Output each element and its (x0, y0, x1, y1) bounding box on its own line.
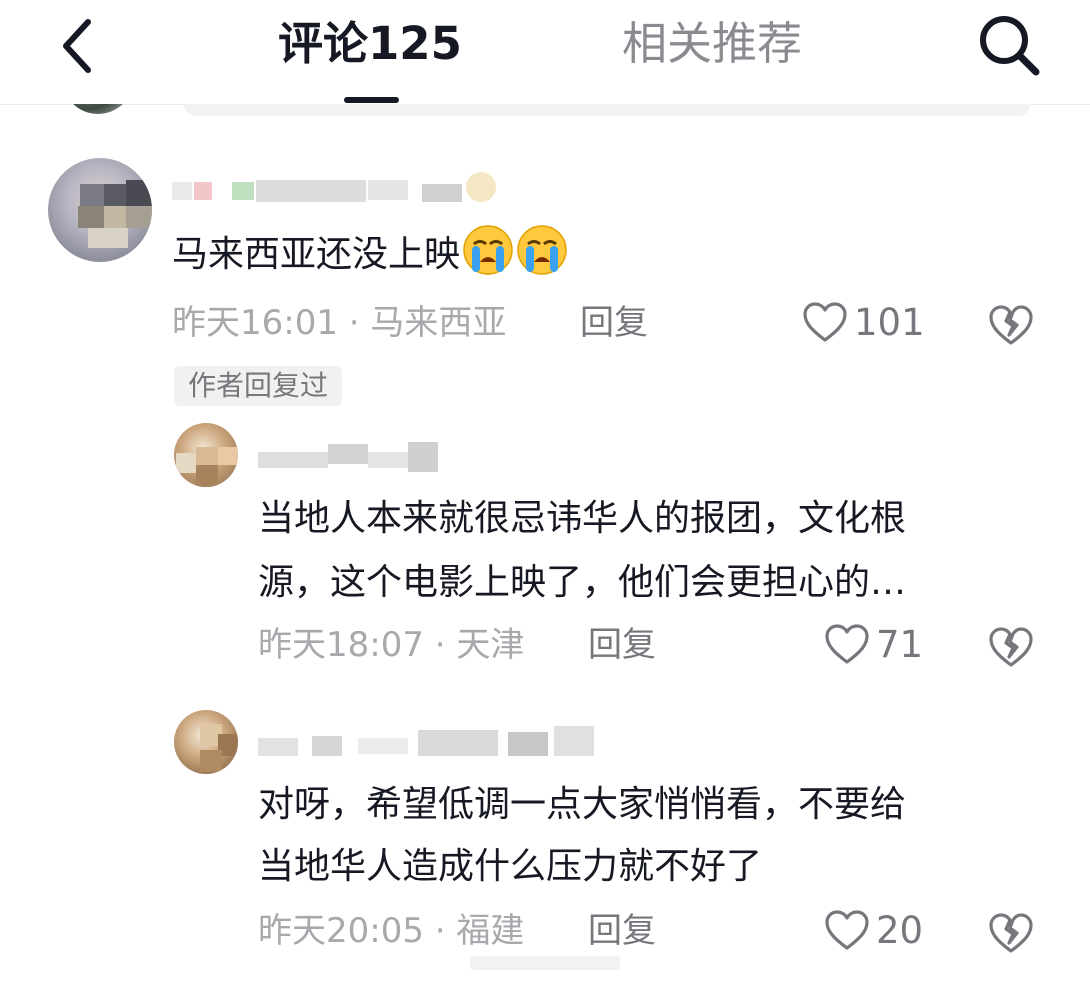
partial-comment-bubble (184, 104, 1030, 116)
like-button[interactable]: 71 (824, 620, 934, 670)
reply-text-line-1: 当地人本来就很忌讳华人的报团，文化根 (258, 498, 907, 539)
crying-face-icon (517, 225, 567, 275)
username-blurred[interactable] (258, 726, 608, 760)
avatar[interactable] (174, 423, 238, 487)
comment-text: 马来西亚还没上映 (172, 222, 568, 287)
dislike-button[interactable] (988, 910, 1034, 956)
search-button[interactable] (972, 8, 1044, 80)
like-button[interactable]: 20 (824, 906, 934, 956)
watermark-graphic (470, 956, 620, 970)
username-blurred[interactable] (172, 170, 502, 204)
reply-meta: 昨天18:07 · 天津 (258, 620, 524, 670)
meta-separator: · (423, 911, 457, 951)
username-blurred[interactable] (258, 440, 458, 474)
reply-text-line-1: 对呀，希望低调一点大家悄悄看，不要给 (258, 784, 907, 825)
broken-heart-icon (989, 305, 1033, 345)
reply-button[interactable]: 回复 (580, 298, 648, 348)
meta-separator: · (337, 303, 371, 343)
timestamp: 昨天18:07 (258, 625, 424, 665)
avatar[interactable] (48, 158, 152, 262)
location: 天津 (456, 625, 525, 665)
reply-meta: 昨天20:05 · 福建 (258, 906, 524, 956)
comment-text-content: 马来西亚还没上映 (172, 234, 461, 275)
reply-text-line-2: 源，这个电影上映了，他们会更担心的… (258, 562, 907, 603)
avatar[interactable] (174, 710, 238, 774)
search-icon (980, 16, 1040, 76)
dislike-button[interactable] (988, 302, 1034, 348)
like-count: 101 (854, 301, 925, 344)
back-button[interactable] (52, 10, 112, 80)
active-tab-indicator (344, 97, 399, 103)
location: 马来西亚 (370, 303, 507, 343)
top-navigation-bar: 评论125 相关推荐 (0, 0, 1090, 105)
heart-icon (825, 910, 869, 950)
tab-related-recommendations[interactable]: 相关推荐 (622, 14, 802, 74)
location: 福建 (456, 911, 525, 951)
reply-button[interactable]: 回复 (588, 906, 656, 956)
broken-heart-icon (989, 913, 1033, 953)
chevron-left-icon (63, 19, 91, 73)
meta-separator: · (423, 625, 457, 665)
partial-avatar (62, 104, 134, 116)
heart-icon (803, 302, 847, 342)
reply-text-line-2: 当地华人造成什么压力就不好了 (258, 846, 763, 887)
timestamp: 昨天16:01 (172, 303, 338, 343)
like-count: 71 (876, 623, 924, 666)
broken-heart-icon (989, 627, 1033, 667)
timestamp: 昨天20:05 (258, 911, 424, 951)
comment-meta: 昨天16:01 · 马来西亚 (172, 298, 506, 348)
like-count: 20 (876, 909, 924, 952)
crying-face-icon (463, 225, 513, 275)
heart-icon (825, 624, 869, 664)
tab-comments[interactable]: 评论125 (278, 14, 462, 74)
author-replied-badge: 作者回复过 (174, 366, 342, 406)
like-button[interactable]: 101 (802, 298, 932, 348)
dislike-button[interactable] (988, 624, 1034, 670)
reply-button[interactable]: 回复 (588, 620, 656, 670)
